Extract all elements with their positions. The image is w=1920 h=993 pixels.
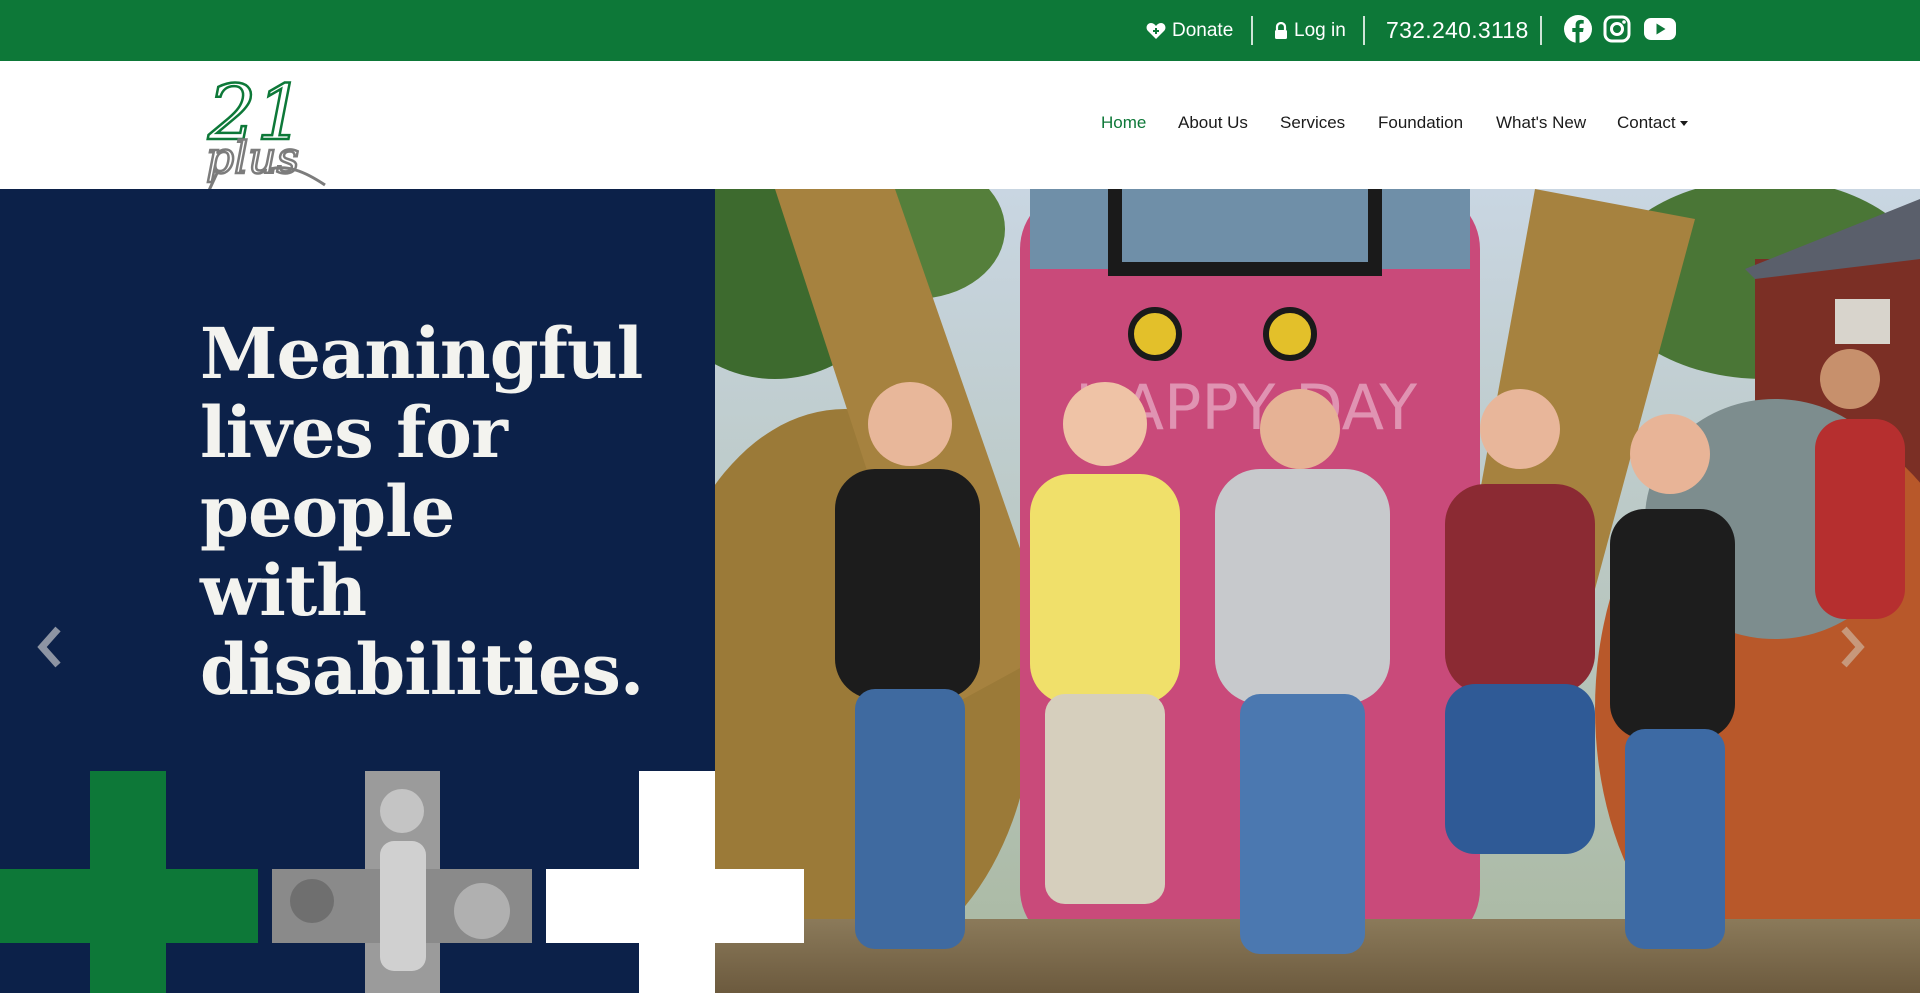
nav-item-contact[interactable]: Contact: [1617, 113, 1688, 133]
nav-item-foundation[interactable]: Foundation: [1378, 113, 1463, 133]
21plus-logo[interactable]: 21 plus: [200, 71, 330, 201]
lock-icon: [1275, 21, 1287, 39]
divider: [1363, 16, 1365, 45]
hero-title: Meaningful lives for people with disabil…: [200, 312, 644, 711]
chevron-down-icon: [1679, 121, 1688, 127]
nav-item-contact-label: Contact: [1617, 113, 1676, 132]
divider: [1251, 16, 1253, 45]
main-header: 21 plus Home About Us Services Foundatio…: [0, 61, 1920, 200]
login-label: Log in: [1294, 19, 1346, 41]
phone-number[interactable]: 732.240.3118: [1386, 0, 1529, 61]
nav-item-home[interactable]: Home: [1101, 113, 1146, 133]
heart-icon: [1146, 22, 1166, 39]
divider: [1540, 16, 1542, 45]
green-cross-graphic: [0, 771, 258, 993]
nav-item-whats-new[interactable]: What's New: [1496, 113, 1586, 133]
photo-cross-graphic: [272, 771, 532, 993]
nav-item-services[interactable]: Services: [1280, 113, 1345, 133]
facebook-icon[interactable]: [1562, 13, 1594, 45]
donate-link[interactable]: Donate: [1146, 0, 1233, 61]
youtube-icon[interactable]: [1643, 13, 1677, 45]
white-cross-graphic: [546, 771, 804, 993]
nav-item-about-us[interactable]: About Us: [1178, 113, 1248, 133]
top-utility-bar: Donate Log in 732.240.3118: [0, 0, 1920, 61]
donate-label: Donate: [1172, 19, 1234, 41]
hero-carousel: Meaningful lives for people with disabil…: [0, 189, 1920, 993]
carousel-next-arrow-icon[interactable]: [1832, 619, 1872, 675]
carousel-prev-arrow-icon[interactable]: [30, 619, 70, 675]
instagram-icon[interactable]: [1603, 13, 1631, 45]
hero-photo: HAPPY DAY: [715, 189, 1920, 993]
login-link[interactable]: Log in: [1274, 0, 1346, 61]
logo-word: plus: [206, 133, 299, 184]
